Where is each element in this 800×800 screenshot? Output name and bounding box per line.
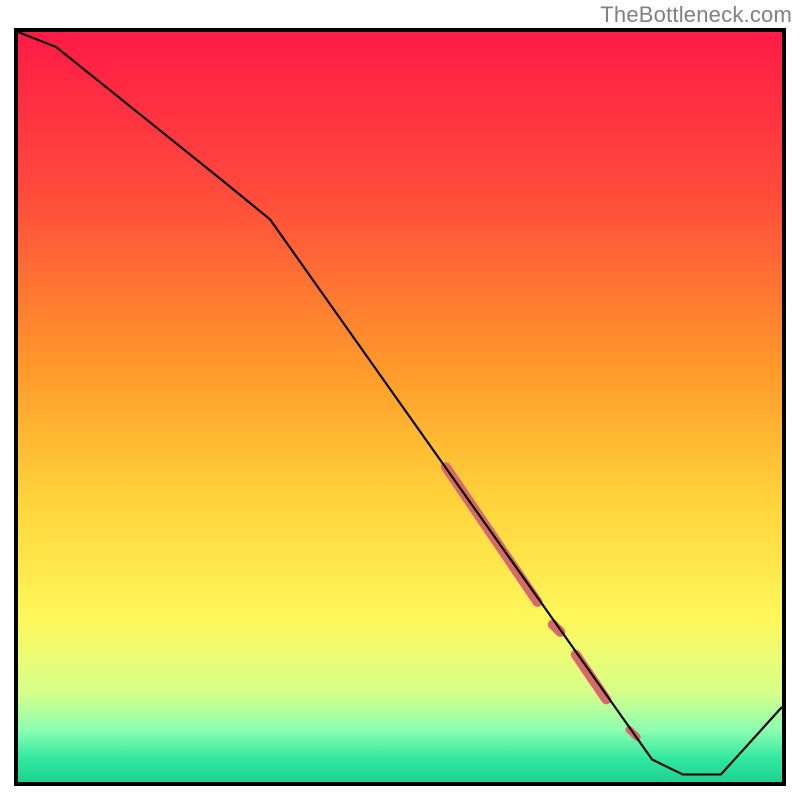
plot-svg bbox=[18, 32, 782, 782]
plot-area bbox=[14, 28, 786, 786]
watermark-label: TheBottleneck.com bbox=[600, 2, 792, 28]
heat-background bbox=[18, 32, 782, 782]
chart-stage: TheBottleneck.com bbox=[0, 0, 800, 800]
